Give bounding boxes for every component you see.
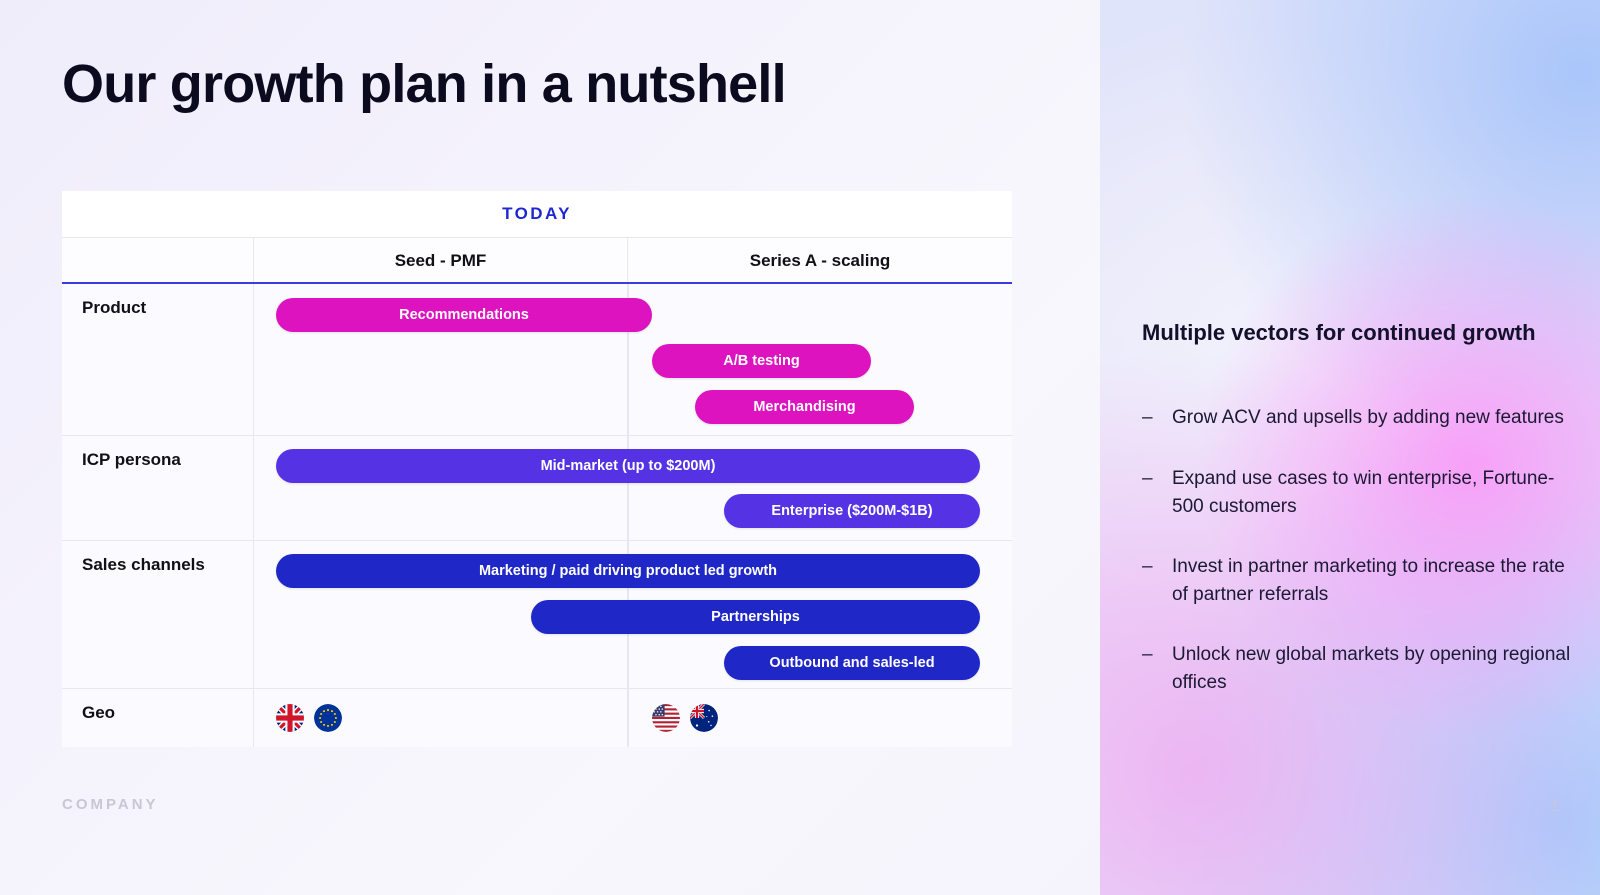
pill-mid-market[interactable]: Mid-market (up to $200M): [276, 449, 980, 483]
page-title: Our growth plan in a nutshell: [62, 54, 787, 114]
pill-merchandising[interactable]: Merchandising: [695, 390, 914, 424]
footer-company-label: COMPANY: [62, 796, 159, 813]
row-cell-geo-series-a: [628, 689, 1012, 747]
list-item-text: Grow ACV and upsells by adding new featu…: [1172, 407, 1564, 428]
right-panel-bullet-list: – Grow ACV and upsells by adding new fea…: [1142, 404, 1572, 729]
slide: Our growth plan in a nutshell TODAY Seed…: [0, 0, 1600, 895]
bullet-dash-icon: –: [1142, 643, 1153, 665]
table-row-sales-channels: Sales channels Marketing / paid driving …: [62, 541, 1012, 689]
list-item-text: Unlock new global markets by opening reg…: [1172, 643, 1571, 694]
bullet-dash-icon: –: [1142, 467, 1153, 489]
row-cell-geo-seed: [254, 689, 628, 747]
table-row-icp-persona: ICP persona Mid-market (up to $200M) Ent…: [62, 436, 1012, 541]
today-label: TODAY: [502, 204, 572, 223]
today-banner-row: TODAY: [62, 191, 1012, 238]
left-panel: Our growth plan in a nutshell TODAY Seed…: [0, 0, 1100, 895]
header-cell-seed: Seed - PMF: [254, 238, 628, 284]
header-label-series-a: Series A - scaling: [749, 251, 891, 270]
table-row-product: Product Recommendations A/B testing Merc…: [62, 284, 1012, 436]
list-item-text: Invest in partner marketing to increase …: [1172, 555, 1565, 605]
list-item: – Grow ACV and upsells by adding new fea…: [1142, 404, 1572, 433]
pill-marketing-paid[interactable]: Marketing / paid driving product led gro…: [276, 554, 980, 588]
list-item: – Invest in partner marketing to increas…: [1142, 553, 1572, 609]
row-label-product: Product: [62, 284, 254, 435]
pill-partnerships[interactable]: Partnerships: [531, 600, 980, 634]
growth-plan-table: TODAY Seed - PMF Series A - scaling Prod…: [62, 191, 1012, 747]
pill-enterprise[interactable]: Enterprise ($200M-$1B): [724, 494, 980, 528]
header-cell-series-a: Series A - scaling: [628, 238, 1012, 284]
pill-ab-testing[interactable]: A/B testing: [652, 344, 871, 378]
list-item: – Expand use cases to win enterprise, Fo…: [1142, 465, 1572, 521]
table-header-row: Seed - PMF Series A - scaling: [62, 238, 1012, 284]
list-item-text: Expand use cases to win enterprise, Fort…: [1172, 467, 1555, 517]
row-label-icp-persona: ICP persona: [62, 436, 254, 540]
list-item: – Unlock new global markets by opening r…: [1142, 641, 1572, 697]
right-panel: Multiple vectors for continued growth – …: [1100, 0, 1600, 895]
bullet-dash-icon: –: [1142, 555, 1153, 577]
page-number: 1: [1550, 796, 1560, 815]
row-label-geo: Geo: [62, 689, 254, 747]
pill-outbound-sales-led[interactable]: Outbound and sales-led: [724, 646, 980, 680]
right-panel-heading: Multiple vectors for continued growth: [1142, 320, 1536, 345]
pill-recommendations[interactable]: Recommendations: [276, 298, 652, 332]
bullet-dash-icon: –: [1142, 407, 1153, 428]
header-cell-blank: [62, 238, 254, 284]
table-row-geo: Geo: [62, 689, 1012, 747]
header-label-seed: Seed - PMF: [394, 251, 487, 270]
row-label-sales-channels: Sales channels: [62, 541, 254, 688]
